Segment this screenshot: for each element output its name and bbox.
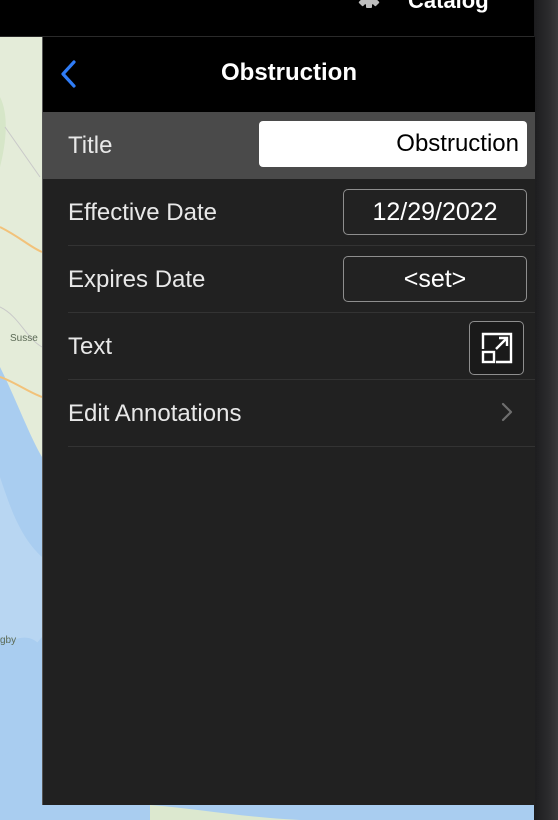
catalog-button[interactable]: Catalog [408, 0, 489, 14]
edit-annotations-label: Edit Annotations [68, 399, 242, 427]
title-row: Title [43, 112, 535, 179]
window-edge [534, 0, 558, 820]
text-row: Text [43, 313, 535, 380]
annotation-panel: Obstruction Title Effective Date 12/29/2… [42, 37, 535, 805]
map-place-label: Susse [10, 333, 38, 344]
effective-date-row: Effective Date 12/29/2022 [43, 179, 535, 246]
title-field[interactable] [259, 121, 527, 167]
text-expand-button[interactable] [469, 321, 524, 375]
panel-title: Obstruction [221, 59, 357, 86]
title-label: Title [68, 131, 113, 159]
divider [68, 446, 535, 447]
edit-annotations-row[interactable]: Edit Annotations [43, 380, 535, 447]
chevron-right-icon [501, 402, 513, 422]
top-toolbar: Catalog [0, 0, 534, 37]
gear-icon[interactable] [354, 0, 384, 16]
effective-date-label: Effective Date [68, 198, 217, 226]
map-place-label: gby [0, 635, 17, 646]
effective-date-button[interactable]: 12/29/2022 [343, 189, 527, 235]
text-label: Text [68, 332, 113, 360]
expires-date-button[interactable]: <set> [343, 256, 527, 302]
expires-date-row: Expires Date <set> [43, 246, 535, 313]
expand-icon [481, 332, 512, 364]
app-screen: Catalog Susse gby Obstruction Title Obst… [0, 0, 558, 820]
expires-date-label: Expires Date [68, 265, 206, 293]
panel-nav-bar: Obstruction [43, 37, 535, 112]
